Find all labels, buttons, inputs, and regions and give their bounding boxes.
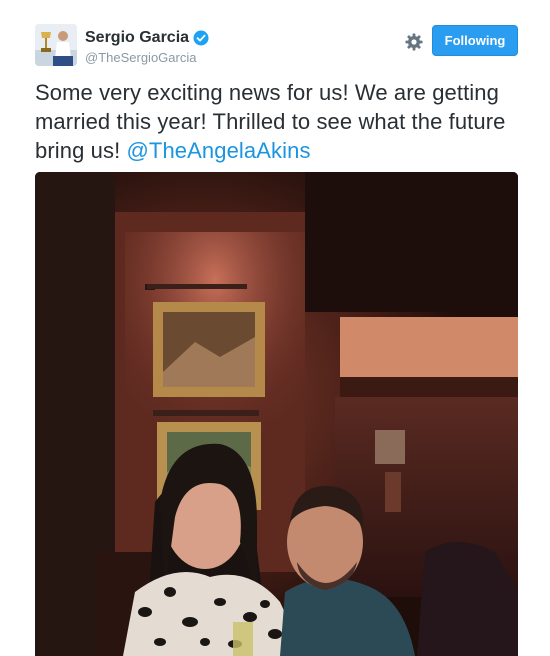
author-handle[interactable]: @TheSergioGarcia (85, 50, 209, 65)
mention-link[interactable]: @TheAngelaAkins (127, 138, 311, 163)
author-display-name[interactable]: Sergio Garcia (85, 29, 189, 47)
tweet-card: Sergio Garcia @TheSergioGarcia Following… (0, 0, 550, 656)
author-name-row: Sergio Garcia (85, 29, 209, 47)
author-avatar[interactable] (35, 24, 77, 66)
author-name-block: Sergio Garcia @TheSergioGarcia (85, 29, 209, 65)
tweet-photo[interactable] (35, 172, 518, 656)
following-button[interactable]: Following (432, 25, 518, 56)
verified-badge-icon (193, 30, 209, 46)
tweet-text: Some very exciting news for us! We are g… (35, 78, 525, 165)
gear-icon[interactable] (404, 32, 424, 52)
